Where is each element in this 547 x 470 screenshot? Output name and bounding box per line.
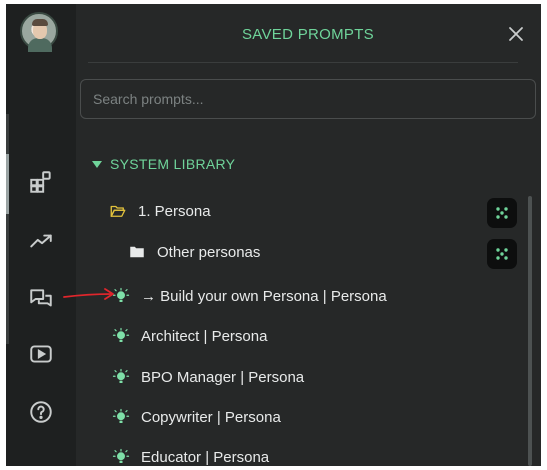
prompt-label: Copywriter | Persona	[141, 408, 281, 426]
video-icon[interactable]	[26, 339, 56, 369]
folder-icon	[128, 243, 146, 261]
folder-label: 1. Persona	[138, 202, 211, 220]
help-icon[interactable]	[26, 397, 56, 427]
prompt-item[interactable]: → Build your own Persona | Persona	[112, 287, 387, 305]
lightbulb-icon	[112, 327, 130, 345]
close-icon	[509, 27, 523, 41]
lightbulb-icon	[112, 368, 130, 386]
folder-open-icon	[109, 202, 127, 220]
chat-icon[interactable]	[26, 284, 56, 314]
folder-persona[interactable]: 1. Persona	[109, 202, 211, 220]
prompt-label: → Build your own Persona | Persona	[141, 287, 387, 305]
left-sidebar	[6, 4, 76, 466]
panel-title: SAVED PROMPTS	[242, 26, 374, 43]
prompt-label: BPO Manager | Persona	[141, 368, 305, 386]
dots-icon	[496, 248, 508, 260]
list-scrollbar[interactable]	[528, 196, 532, 466]
subfolder-other-personas[interactable]: Other personas	[128, 243, 260, 261]
saved-prompts-window: SAVED PROMPTS SYSTEM LIBRARY 1. Persona	[6, 4, 541, 466]
lightbulb-icon	[112, 408, 130, 426]
prompt-item[interactable]: BPO Manager | Persona	[112, 368, 304, 386]
prompt-label: Architect | Persona	[141, 327, 268, 345]
avatar[interactable]	[20, 12, 58, 52]
prompt-label: Educator | Persona	[141, 448, 270, 466]
header-divider	[88, 62, 518, 63]
caret-down-icon	[92, 160, 102, 168]
subfolder-label: Other personas	[157, 243, 261, 261]
close-button[interactable]	[506, 24, 526, 44]
annotation-arrow-icon	[63, 288, 114, 300]
section-title: SYSTEM LIBRARY	[110, 156, 236, 172]
sidebar-scrollbar[interactable]	[6, 114, 9, 344]
prompt-item[interactable]: Educator | Persona	[112, 448, 269, 466]
lightbulb-icon	[112, 448, 130, 466]
prompt-item[interactable]: Architect | Persona	[112, 327, 267, 345]
search-input[interactable]	[80, 79, 536, 119]
prompt-item[interactable]: Copywriter | Persona	[112, 408, 281, 426]
section-system-library[interactable]: SYSTEM LIBRARY	[92, 156, 235, 172]
trending-icon[interactable]	[26, 226, 56, 256]
folder-actions-button[interactable]	[487, 198, 517, 228]
sidebar-active-indicator	[6, 154, 9, 214]
apps-icon[interactable]	[26, 167, 56, 197]
subfolder-actions-button[interactable]	[487, 239, 517, 269]
dots-icon	[496, 207, 508, 219]
